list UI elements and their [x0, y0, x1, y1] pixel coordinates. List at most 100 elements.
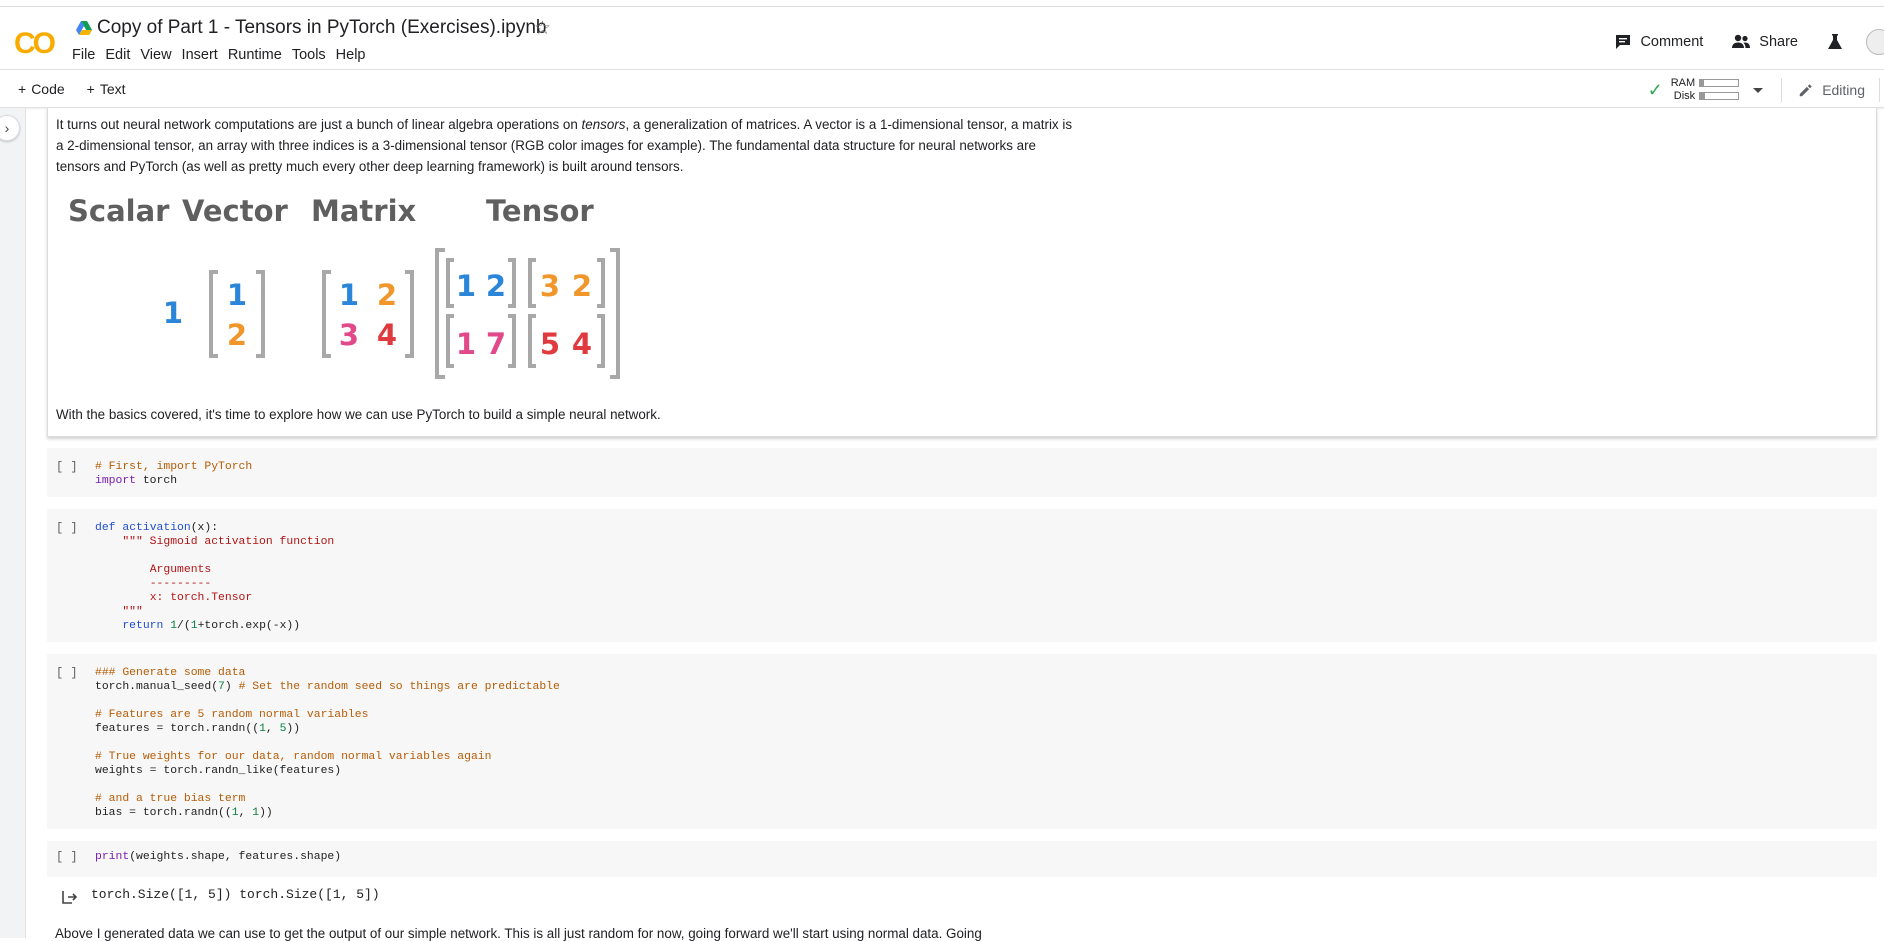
flask-icon[interactable] [1826, 33, 1844, 51]
code-text: /( [177, 620, 191, 632]
vector-value: 2 [227, 318, 247, 352]
menu-edit[interactable]: Edit [103, 47, 138, 63]
code-keyword: import [95, 475, 137, 487]
code-cell[interactable]: [ ] # First, import PyTorch import torch [47, 448, 1877, 497]
code-comment: # True weights for our data, random norm… [95, 751, 492, 763]
code-comment: # Features are 5 random normal variables [95, 709, 369, 721]
next-text-cell[interactable]: Above I generated data we can use to get… [55, 926, 982, 941]
code-number: 1 [259, 723, 266, 735]
code-text: +torch.exp(-x)) [197, 620, 301, 632]
menu-bar: File Edit View Insert Runtime Tools Help [70, 47, 374, 63]
code-comment: # Set the random seed so things are pred… [238, 681, 560, 693]
matrix-value: 3 [339, 318, 359, 352]
tensor-inner-bracket [528, 258, 536, 308]
people-icon [1732, 34, 1751, 48]
tensor-inner-bracket [446, 314, 454, 368]
tensor-diagram: Scalar Vector Matrix Tensor 1 1 2 1 2 3 … [68, 194, 620, 379]
code-keyword: def [95, 522, 116, 534]
menu-view[interactable]: View [138, 47, 179, 63]
pencil-icon [1799, 84, 1812, 97]
matrix-right-bracket [405, 270, 414, 358]
notebook-title[interactable]: Copy of Part 1 - Tensors in PyTorch (Exe… [97, 17, 547, 39]
vector-value: 1 [227, 278, 247, 312]
runtime-dropdown-caret[interactable] [1753, 87, 1764, 93]
plus-icon: + [18, 81, 27, 97]
share-label: Share [1759, 34, 1798, 50]
tensor-inner-bracket [597, 258, 605, 308]
matrix-value: 2 [377, 278, 397, 312]
matrix-heading: Matrix [311, 194, 417, 228]
code-editor[interactable]: def activation(x): """ Sigmoid activatio… [95, 521, 334, 633]
tensor-outer-left-bracket [435, 248, 445, 379]
tensor-value: 1 [456, 269, 476, 303]
tensor-value: 5 [540, 327, 560, 361]
disk-bar-fill [1700, 93, 1705, 99]
tensor-heading: Tensor [486, 194, 594, 228]
code-function-name: activation [122, 522, 191, 534]
run-cell-button[interactable]: [ ] [56, 521, 78, 535]
code-comment: # and a true bias term [95, 793, 246, 805]
avatar[interactable] [1866, 29, 1884, 55]
colab-logo[interactable]: CO [14, 27, 56, 61]
ram-bar [1699, 79, 1740, 87]
code-text: , [265, 723, 280, 735]
menu-tools[interactable]: Tools [290, 47, 334, 63]
code-cell[interactable]: [ ] ### Generate some data torch.manual_… [47, 654, 1877, 829]
code-editor[interactable]: # First, import PyTorch import torch [95, 460, 252, 488]
add-text-button[interactable]: + Text [87, 81, 126, 97]
resource-monitor[interactable]: RAM Disk [1671, 78, 1740, 102]
output-icon[interactable] [60, 888, 78, 906]
code-cell[interactable]: [ ] def activation(x): """ Sigmoid activ… [47, 509, 1877, 642]
text-cell[interactable]: It turns out neural network computations… [47, 108, 1877, 437]
intro-paragraph: It turns out neural network computations… [56, 114, 1076, 177]
tensor-value: 2 [486, 269, 506, 303]
menu-file[interactable]: File [70, 47, 103, 63]
notebook-toolbar: + Code + Text ✓ RAM Disk Editing [0, 71, 1884, 108]
scalar-heading: Scalar [68, 194, 170, 228]
output-text: torch.Size([1, 5]) torch.Size([1, 5]) [91, 887, 380, 902]
comment-label: Comment [1640, 34, 1704, 50]
code-editor[interactable]: print(weights.shape, features.shape) [95, 850, 341, 864]
closing-paragraph: With the basics covered, it's time to ex… [56, 407, 661, 422]
code-string: """ [122, 606, 143, 618]
google-drive-icon[interactable] [76, 20, 92, 36]
run-cell-button[interactable]: [ ] [56, 666, 78, 680]
share-button[interactable]: Share [1731, 33, 1798, 51]
top-divider [0, 0, 1884, 7]
code-text: (weights.shape, features.shape) [129, 851, 342, 863]
app-header: CO Copy of Part 1 - Tensors in PyTorch (… [0, 7, 1884, 70]
editing-mode-button[interactable]: Editing [1798, 82, 1865, 98]
menu-insert[interactable]: Insert [180, 47, 226, 63]
comment-icon [1616, 35, 1631, 49]
code-string: Arguments [149, 564, 212, 576]
code-text: ) [224, 681, 239, 693]
add-code-button[interactable]: + Code [18, 81, 65, 97]
menu-help[interactable]: Help [334, 47, 374, 63]
code-cell[interactable]: [ ] print(weights.shape, features.shape) [47, 841, 1877, 877]
header-actions: Comment Share [1614, 27, 1884, 57]
tensor-inner-bracket [446, 258, 454, 308]
comment-button[interactable]: Comment [1614, 33, 1703, 51]
tensor-outer-right-bracket [610, 248, 620, 379]
menu-runtime[interactable]: Runtime [226, 47, 290, 63]
toolbar-divider [1879, 78, 1880, 102]
matrix-value: 4 [377, 318, 397, 352]
tensor-inner-bracket [508, 258, 516, 308]
code-number: 1 [190, 620, 198, 632]
plus-icon: + [86, 81, 95, 97]
star-icon[interactable]: ☆ [534, 17, 551, 40]
code-text: weights = torch.randn_like(features) [95, 765, 342, 777]
run-cell-button[interactable]: [ ] [56, 460, 78, 474]
tensor-inner-bracket [528, 314, 536, 368]
cell-output: torch.Size([1, 5]) torch.Size([1, 5]) [47, 882, 1877, 914]
code-number: 7 [218, 681, 225, 693]
code-string: --------- [149, 578, 212, 590]
code-editor[interactable]: ### Generate some data torch.manual_seed… [95, 666, 560, 820]
toolbar-divider [1781, 78, 1783, 102]
matrix-value: 1 [339, 278, 359, 312]
matrix-left-bracket [322, 270, 331, 358]
code-text: features = torch.randn(( [95, 723, 260, 735]
run-cell-button[interactable]: [ ] [56, 850, 78, 864]
code-text: torch [136, 475, 178, 487]
code-number: 1 [231, 807, 239, 819]
